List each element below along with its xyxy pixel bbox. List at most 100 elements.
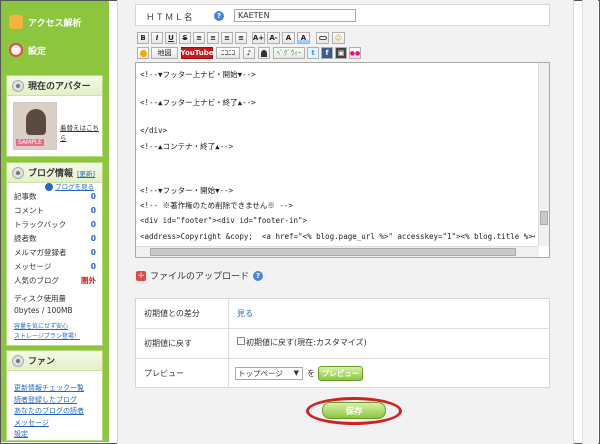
nicovideo-button[interactable]: ﾆｺﾆｺ	[216, 47, 240, 59]
access-analysis-icon	[9, 15, 23, 29]
code-line: </div>	[140, 126, 168, 135]
fan-link[interactable]: 読者登録したブログ	[14, 395, 84, 407]
settings-table: 初期値との差分 見る 初期値に戻す 初期値に戻す(現在:カスタマイズ) プレビュ…	[135, 298, 550, 388]
preview-label: プレビュー	[136, 359, 229, 388]
peguin-button[interactable]: ﾍﾟｸﾞｳｨｰ	[273, 47, 305, 59]
panel-bullet-icon	[12, 79, 24, 92]
page-scrollbar[interactable]	[582, 0, 598, 444]
help-icon[interactable]: ?	[214, 11, 224, 21]
code-line: <div id="footer"><div id="footer-in">	[140, 216, 308, 225]
stat-label: メッセージ	[14, 261, 52, 271]
avatar-panel: 現在のアバター SAMPLE 着替えはこちら	[6, 75, 103, 157]
sidebar-item-label: 設定	[28, 46, 47, 57]
crest-icon	[261, 49, 267, 57]
stat-label: 記事数	[14, 191, 37, 201]
background-color-button[interactable]: A	[297, 32, 310, 44]
blog-info-header: ブログ情報 [更新]	[7, 163, 102, 183]
youtube-button[interactable]: YouTube	[181, 47, 213, 59]
justify-button[interactable]: ≡	[235, 32, 247, 44]
stat-row: コメント 0	[7, 203, 102, 217]
sidebar: アクセス解析 設定 現在のアバター SAMPLE 着替えはこちら ブログ情報 […	[1, 1, 109, 442]
avatar-figure	[26, 109, 46, 135]
editor-scroll-thumb[interactable]	[540, 211, 548, 225]
editor-horizontal-scrollbar[interactable]	[136, 246, 539, 257]
code-line: <!--▲フッター上ナビ・終了▲-->	[140, 98, 256, 107]
html-name-row: ＨＴＭＬ名 ? KAETEN	[135, 4, 550, 26]
code-line: <!--▼フッター上ナビ・開始▼-->	[140, 70, 256, 79]
font-size-down-button[interactable]: A-	[267, 32, 280, 44]
stat-value[interactable]: 0	[91, 206, 96, 215]
disk-usage-value: 0bytes / 100MB	[14, 306, 73, 315]
sidebar-item-settings[interactable]: 設定	[1, 39, 109, 61]
editor-vertical-scrollbar[interactable]	[538, 63, 549, 246]
stat-value[interactable]: 0	[91, 220, 96, 229]
save-button[interactable]: 保存	[322, 402, 386, 419]
align-left-button[interactable]: ≡	[193, 32, 205, 44]
text-color-button[interactable]: A	[282, 32, 295, 44]
bold-button[interactable]: B	[137, 32, 149, 44]
instagram-button[interactable]: ▣	[335, 47, 347, 59]
stat-value[interactable]: 0	[91, 234, 96, 243]
stat-value[interactable]: 0	[91, 262, 96, 271]
fans-panel: ファン 更新情報チェック一覧 読者登録したブログ あなたのブログの読者 メッセー…	[6, 350, 103, 441]
image-icon	[139, 49, 147, 57]
stat-row: メッセージ 0	[7, 259, 102, 273]
html-name-label: ＨＴＭＬ名	[146, 13, 194, 23]
link-button[interactable]	[316, 32, 329, 44]
panel-bullet-icon	[12, 166, 24, 179]
storage-link-1[interactable]: 容量を気にせず安心	[14, 321, 68, 330]
stat-label: 読者数	[14, 233, 37, 243]
fan-link[interactable]: 更新情報チェック一覧	[14, 383, 84, 395]
map-button[interactable]: 地図	[151, 47, 178, 59]
avatar-panel-title: 現在のアバター	[28, 82, 91, 92]
crest-button[interactable]	[258, 47, 270, 59]
editor-hscroll-thumb[interactable]	[150, 248, 516, 256]
avatar-panel-header: 現在のアバター	[7, 76, 102, 96]
facebook-button[interactable]: f	[321, 47, 333, 59]
stat-value[interactable]: 0	[91, 192, 96, 201]
stat-value[interactable]: 0	[91, 248, 96, 257]
fan-link[interactable]: あなたのブログの読者	[14, 406, 84, 418]
align-center-button[interactable]: ≡	[207, 32, 219, 44]
twitter-button[interactable]: t	[307, 47, 319, 59]
storage-link-2[interactable]: ストレージプラン登場！	[14, 331, 80, 340]
preview-page-select[interactable]: トップページ ▼	[235, 367, 303, 380]
reset-row: 初期値に戻す 初期値に戻す(現在:カスタマイズ)	[136, 329, 549, 358]
html-name-input[interactable]: KAETEN	[234, 9, 356, 22]
stat-label: 人気のブログ	[14, 275, 59, 285]
file-upload-label: ファイルのアップロード	[150, 272, 250, 282]
stat-label: コメント	[14, 205, 44, 215]
blog-info-title: ブログ情報	[28, 169, 74, 179]
html-editor-textarea[interactable]: <!--▼フッター上ナビ・開始▼--> <!--▲フッター上ナビ・終了▲--> …	[135, 62, 550, 258]
font-size-up-button[interactable]: A+	[252, 32, 265, 44]
strikethrough-button[interactable]: S	[179, 32, 191, 44]
reset-checkbox[interactable]	[237, 337, 245, 345]
file-upload-toggle[interactable]: + ファイルのアップロード ?	[136, 269, 264, 282]
code-line: <!-- ※著作権のため削除できません※ -->	[140, 201, 293, 210]
sidebar-item-access-analysis[interactable]: アクセス解析	[1, 11, 109, 33]
image-upload-button[interactable]	[137, 47, 149, 59]
italic-button[interactable]: I	[151, 32, 163, 44]
help-icon[interactable]: ?	[253, 270, 264, 281]
diff-view-link[interactable]: 見る	[237, 308, 253, 319]
avatar[interactable]: SAMPLE	[13, 102, 57, 150]
sidebar-item-label: アクセス解析	[28, 18, 82, 29]
fan-link[interactable]: 設定	[14, 429, 84, 441]
flickr-button[interactable]: ●●	[349, 47, 361, 59]
change-avatar-link[interactable]: 着替えはこちら	[60, 122, 102, 142]
diff-row: 初期値との差分 見る	[136, 299, 549, 328]
preview-select-value: トップページ	[238, 369, 283, 378]
update-link[interactable]: [更新]	[77, 168, 95, 178]
reset-label: 初期値に戻す	[136, 329, 229, 358]
underline-button[interactable]: U	[165, 32, 177, 44]
music-button[interactable]: ♪	[243, 47, 255, 59]
stat-row: メルマガ登録者 0	[7, 245, 102, 259]
align-right-button[interactable]: ≡	[221, 32, 233, 44]
diff-label: 初期値との差分	[136, 299, 229, 328]
emoji-button[interactable]: ☺	[332, 32, 345, 44]
preview-button[interactable]: プレビュー	[318, 366, 363, 381]
stat-value[interactable]: 圏外	[81, 275, 96, 286]
blog-info-panel: ブログ情報 [更新] ブログを見る 記事数 0 コメント 0 トラックバック 0 読者…	[6, 162, 103, 346]
plus-icon: +	[136, 270, 146, 281]
fan-link[interactable]: メッセージ	[14, 418, 84, 430]
